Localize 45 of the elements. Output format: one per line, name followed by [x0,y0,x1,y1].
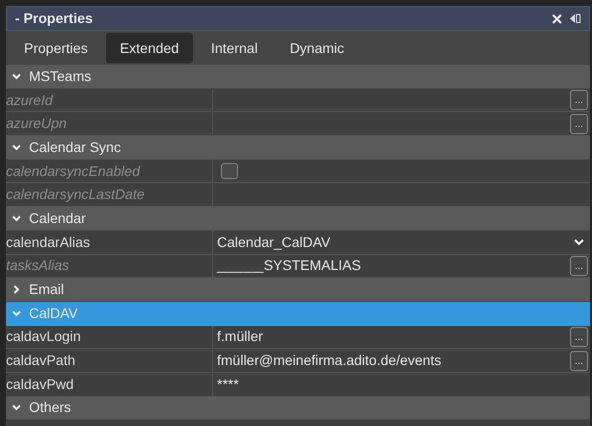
ellipsis-button[interactable]: ... [570,90,588,110]
ellipsis-button[interactable]: ... [570,256,588,276]
ellipsis-button[interactable]: ... [570,114,588,134]
property-name: caldavPath [6,349,213,372]
group-header[interactable]: MSTeams [6,65,590,89]
group-label: CalDAV [29,304,78,324]
property-value[interactable]: f.müller [217,326,263,348]
group-label: Email [29,280,64,300]
group-header[interactable]: Email [6,278,590,302]
group-label: Calendar [29,208,86,228]
dropdown-caret-icon[interactable] [574,238,584,246]
tab[interactable]: Properties [10,33,102,63]
group-label: Others [29,398,72,418]
property-name: caldavLogin [6,326,213,348]
property-name: caldavPwd [6,372,213,396]
window-title: - Properties [15,9,93,28]
dock-icon[interactable] [570,14,581,23]
property-name: azureId [6,88,213,112]
chevron-right-icon[interactable] [12,285,21,294]
property-name: calendarsyncEnabled [6,160,213,182]
property-name: tasksAlias [6,254,213,278]
chevron-down-icon[interactable] [12,309,21,318]
tab[interactable]: Extended [106,33,193,63]
group-header[interactable]: Calendar Sync [6,136,590,160]
property-name: calendarsyncLastDate [6,183,213,206]
property-value[interactable]: Calendar_CalDAV [217,232,330,253]
property-name: azureUpn [6,112,213,136]
property-value[interactable]: **** [217,374,239,395]
group-label: MSTeams [29,66,92,86]
ellipsis-button[interactable]: ... [570,326,588,347]
close-icon[interactable] [552,14,562,24]
chevron-down-icon[interactable] [12,72,21,81]
group-label: Calendar Sync [29,138,121,157]
group-header[interactable]: Calendar [6,207,590,231]
property-name: calendarAlias [6,230,213,254]
tab[interactable]: Internal [196,33,272,63]
chevron-down-icon[interactable] [12,142,21,152]
chevron-down-icon[interactable] [12,214,21,223]
property-value[interactable]: fmüller@meinefirma.adito.de/events [217,350,442,372]
chevron-down-icon[interactable] [12,403,21,412]
tab[interactable]: Dynamic [276,33,358,63]
property-value[interactable]: ______SYSTEMALIAS [217,255,361,276]
checkbox[interactable] [221,163,238,180]
ellipsis-button[interactable]: ... [570,350,588,371]
group-header[interactable]: Others [6,396,590,420]
